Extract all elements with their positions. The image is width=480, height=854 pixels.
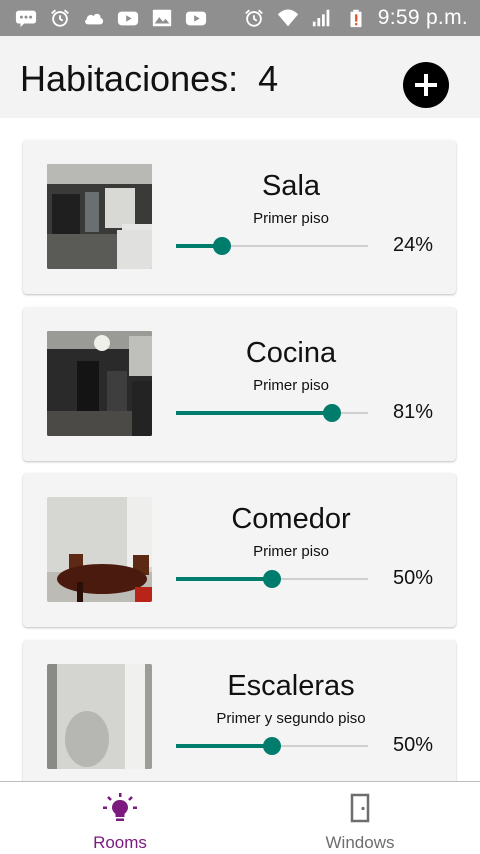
room-card[interactable]: Escaleras Primer y segundo piso 50% bbox=[23, 640, 456, 781]
slider-fill bbox=[176, 744, 272, 748]
status-left-icons bbox=[14, 8, 208, 28]
room-count: 4 bbox=[258, 58, 279, 99]
page-title-label: Habitaciones: bbox=[20, 58, 239, 99]
nav-label-rooms: Rooms bbox=[93, 833, 147, 852]
status-bar: 9:59 p.m. bbox=[0, 0, 480, 36]
brightness-percentage: 24% bbox=[392, 234, 434, 256]
signal-icon bbox=[310, 8, 334, 28]
alarm-icon bbox=[48, 8, 72, 28]
room-card[interactable]: Sala Primer piso 24% bbox=[23, 140, 456, 294]
room-name: Cocina bbox=[245, 337, 337, 369]
status-time: 9:59 p.m. bbox=[377, 6, 468, 29]
room-floor: Primer piso bbox=[253, 377, 329, 394]
slider-thumb[interactable] bbox=[263, 570, 281, 588]
room-floor: Primer piso bbox=[253, 210, 329, 227]
brightness-percentage: 50% bbox=[392, 734, 434, 756]
youtube-icon bbox=[116, 8, 140, 28]
wifi-icon bbox=[276, 8, 300, 28]
brightness-slider[interactable] bbox=[176, 403, 368, 423]
room-card[interactable]: Comedor Primer piso 50% bbox=[23, 473, 456, 627]
app-header: Habitaciones: 4 bbox=[0, 36, 480, 118]
page-title: Habitaciones: 4 bbox=[20, 58, 278, 100]
room-floor: Primer y segundo piso bbox=[216, 710, 366, 727]
battery-alert-icon bbox=[344, 8, 368, 28]
add-room-button[interactable] bbox=[403, 62, 449, 108]
message-icon bbox=[14, 8, 38, 28]
status-right-icons: 9:59 p.m. bbox=[242, 6, 468, 30]
stairs-photo bbox=[47, 664, 152, 769]
brightness-slider[interactable] bbox=[176, 736, 368, 756]
plus-icon bbox=[415, 74, 437, 96]
brightness-percentage: 81% bbox=[392, 401, 434, 423]
youtube-icon bbox=[184, 8, 208, 28]
room-name: Escaleras bbox=[227, 670, 355, 702]
brightness-slider[interactable] bbox=[176, 569, 368, 589]
bottom-navigation: Rooms Windows bbox=[0, 781, 480, 854]
room-name: Sala bbox=[261, 170, 321, 202]
slider-thumb[interactable] bbox=[213, 237, 231, 255]
room-card[interactable]: Cocina Primer piso 81% bbox=[23, 307, 456, 461]
nav-label-windows: Windows bbox=[325, 833, 395, 852]
living-room-photo bbox=[47, 164, 152, 269]
nav-item-windows[interactable]: Windows bbox=[240, 782, 480, 854]
room-name: Comedor bbox=[231, 503, 351, 535]
lightbulb-icon bbox=[103, 792, 137, 826]
slider-thumb[interactable] bbox=[263, 737, 281, 755]
room-list[interactable]: Sala Primer piso 24% Cocina Primer piso bbox=[0, 118, 480, 781]
kitchen-photo bbox=[47, 331, 152, 436]
room-floor: Primer piso bbox=[253, 543, 329, 560]
dining-room-photo bbox=[47, 497, 152, 602]
cloud-icon bbox=[82, 8, 106, 28]
slider-thumb[interactable] bbox=[323, 404, 341, 422]
door-icon bbox=[343, 792, 377, 826]
gallery-icon bbox=[150, 8, 174, 28]
slider-fill bbox=[176, 577, 272, 581]
slider-fill bbox=[176, 411, 332, 415]
brightness-percentage: 50% bbox=[392, 567, 434, 589]
brightness-slider[interactable] bbox=[176, 236, 368, 256]
nav-item-rooms[interactable]: Rooms bbox=[0, 782, 240, 854]
alarm-icon bbox=[242, 8, 266, 28]
